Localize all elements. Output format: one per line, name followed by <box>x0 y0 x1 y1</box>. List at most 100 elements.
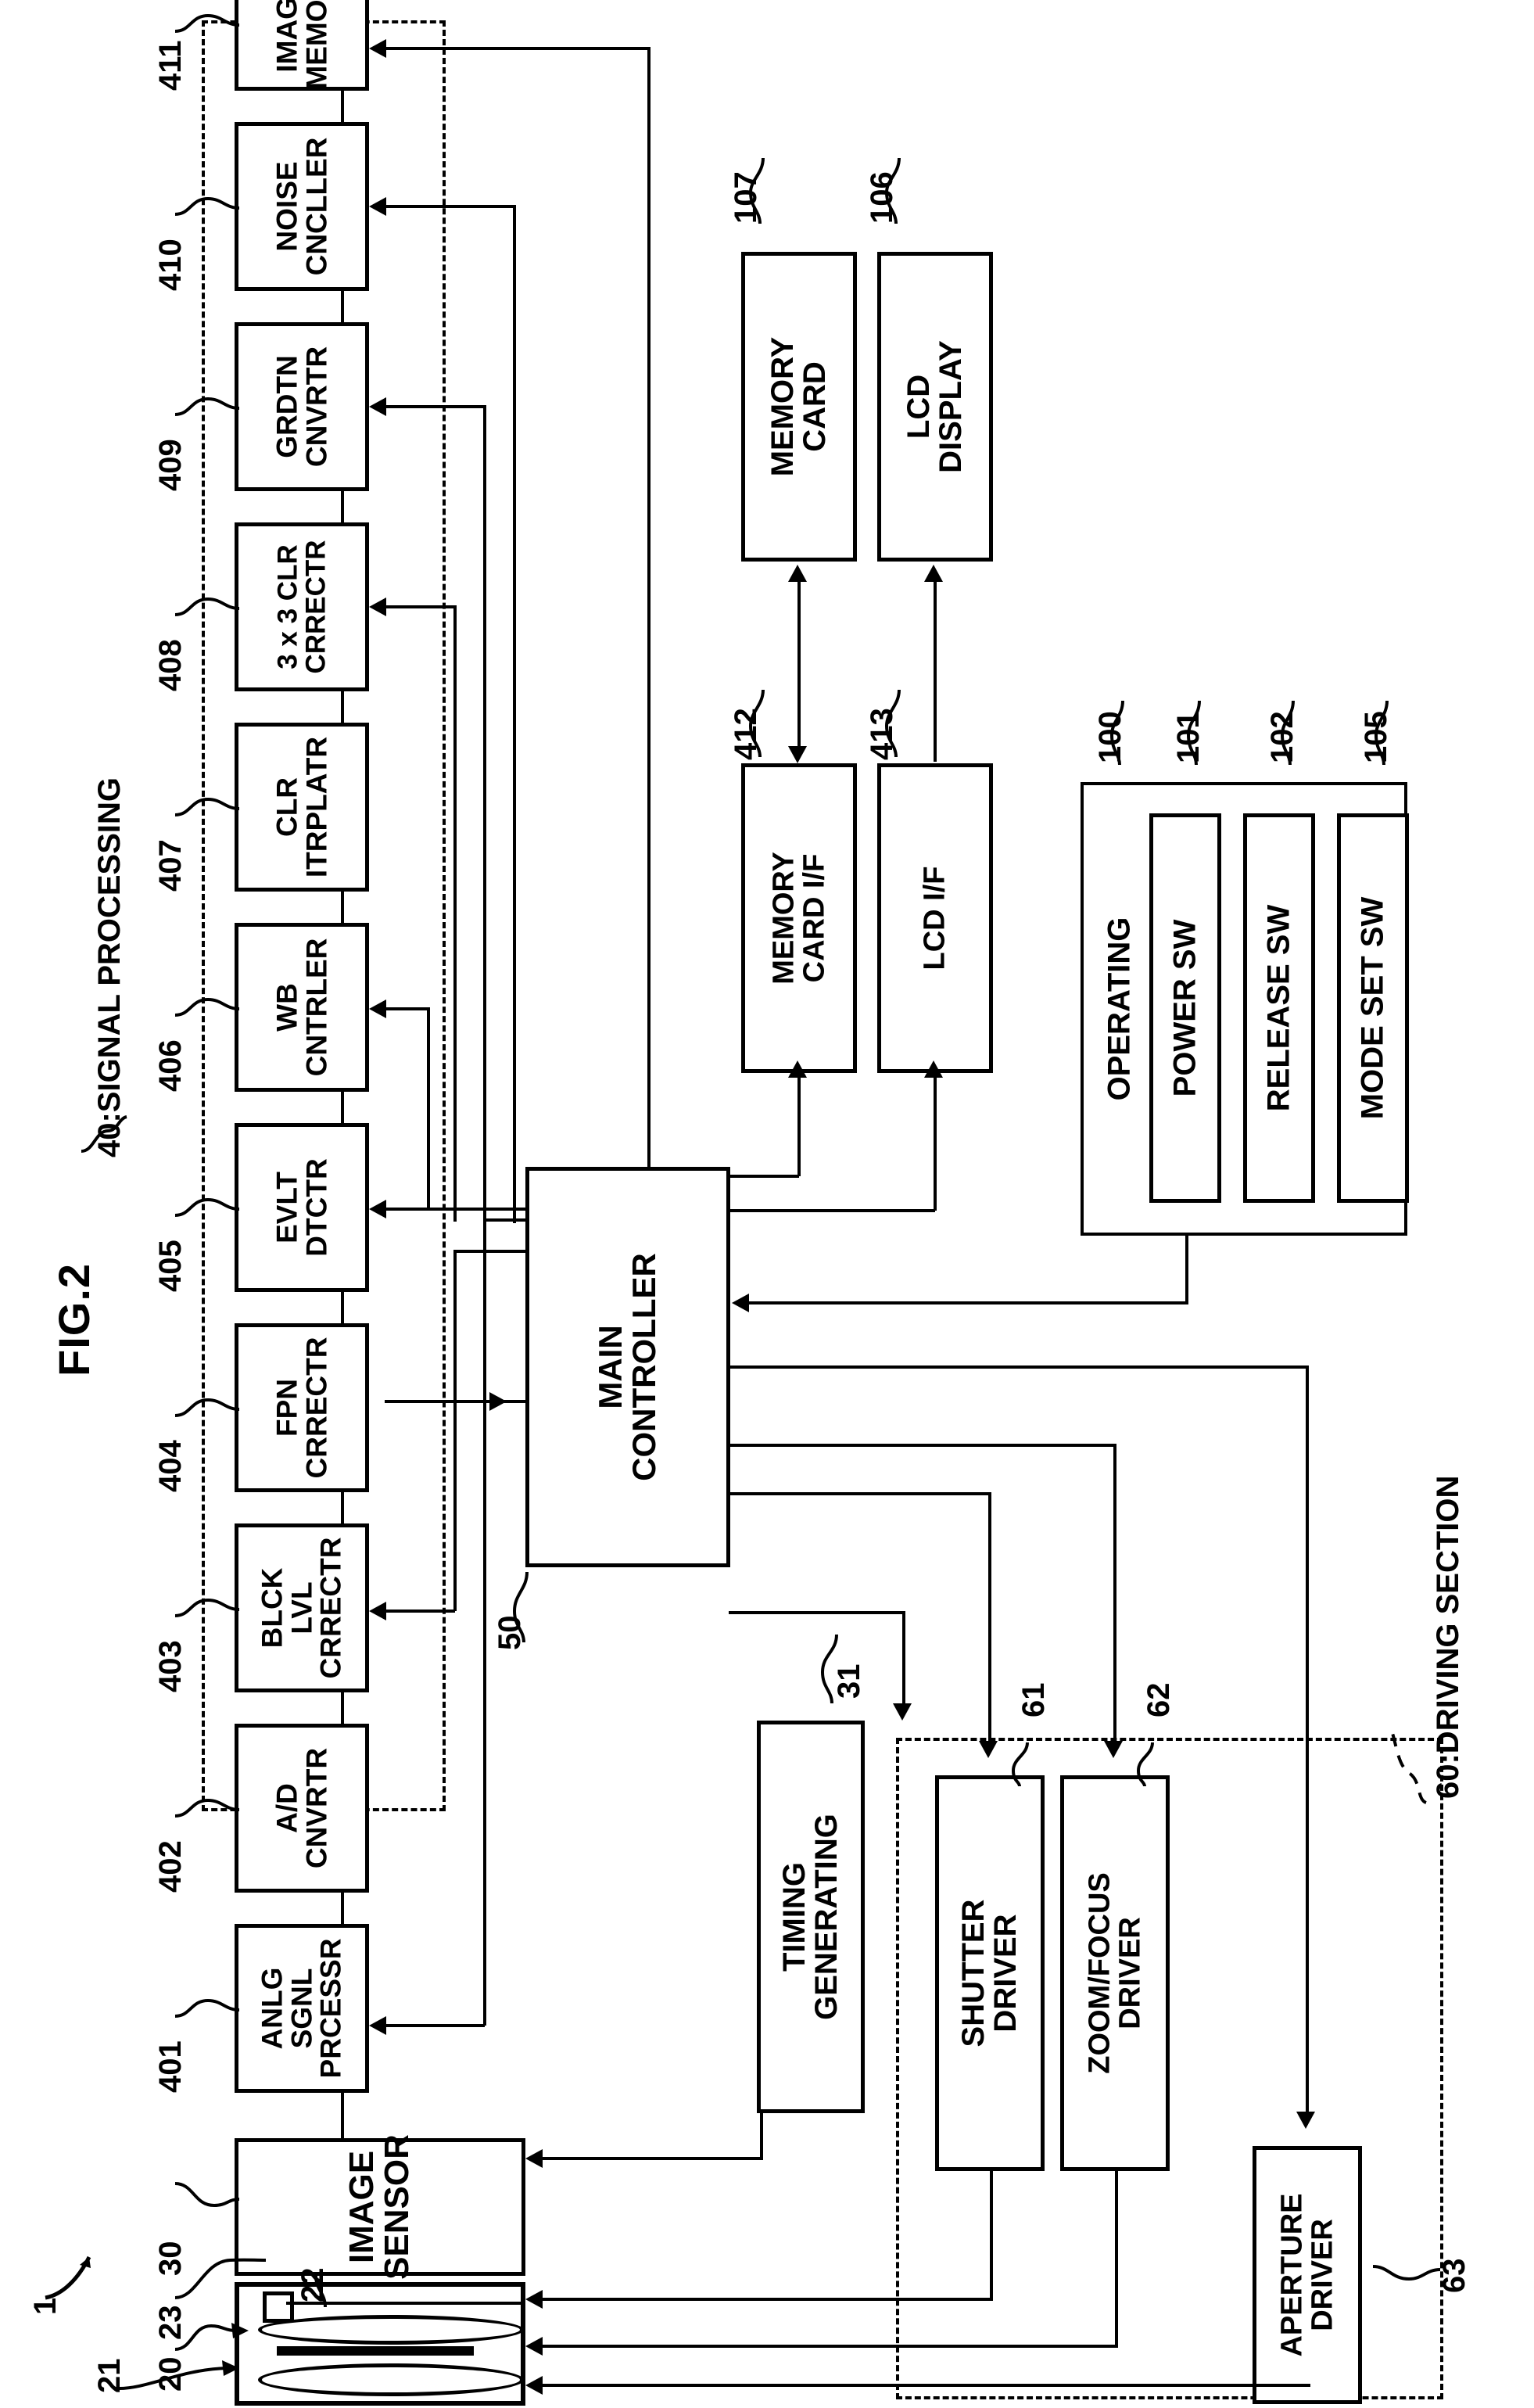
block-analog-signal-processor: ANLG SGNL PRCESSR <box>235 1924 369 2093</box>
ctrl-arrow-409 <box>369 397 386 416</box>
ref-23-lead-line <box>174 2252 267 2304</box>
image-sensor-label: IMAGE SENSOR <box>342 2134 416 2280</box>
mode-set-switch-block[interactable]: MODE SET SW <box>1337 813 1409 1203</box>
link-ctrl-lcdif-h <box>729 1209 935 1212</box>
memory-card-interface-label: MEMORY CARD I/F <box>767 852 830 985</box>
ref-31-lead-line <box>813 1633 849 1705</box>
zoom-focus-driver-label: ZOOM/FOCUS DRIVER <box>1083 1872 1146 2074</box>
ref-61-lead-line <box>1005 1741 1037 1788</box>
ref-408-lead-line <box>174 591 241 623</box>
block-gradation-converter-label: GRDTN CNVRTR <box>271 346 332 468</box>
ctrl-line-408-h <box>385 605 457 608</box>
link-shutter-lens-h <box>541 2298 993 2301</box>
signal-processing-section-label: 40:SIGNAL PROCESSING <box>92 777 127 1157</box>
ref-406: 406 <box>153 1039 188 1092</box>
link-ctrl-shutter-v <box>988 1492 991 1742</box>
ctrl-arrow-410 <box>369 197 386 216</box>
block-color-interpolator-label: CLR ITRPLATR <box>271 736 332 878</box>
block-color-interpolator: CLR ITRPLATR <box>235 723 369 892</box>
arrow-ctrl-aperture <box>1296 2112 1315 2129</box>
ref-411-lead-line <box>174 8 241 39</box>
chain-link-401-402 <box>341 1893 344 1927</box>
lcd-display-block: LCD DISPLAY <box>877 252 993 562</box>
chain-link-408-409 <box>341 491 344 526</box>
ref-410: 410 <box>153 239 188 291</box>
mode-set-switch-label: MODE SET SW <box>1355 896 1390 1120</box>
block-image-memory: IMAGE MEMORY <box>235 0 369 91</box>
power-switch-block[interactable]: POWER SW <box>1149 813 1221 1203</box>
link-ctrl-memcardif <box>797 1076 801 1176</box>
ctrl-line-410-h <box>385 205 516 208</box>
link-ctrl-lcdif <box>934 1076 937 1211</box>
arrow-ctrl-timing <box>893 1703 912 1721</box>
link-ctrl-aperture-h <box>729 1365 1309 1369</box>
lens-element-rear <box>258 2315 524 2345</box>
shutter-driver-label: SHUTTER DRIVER <box>956 1899 1023 2047</box>
chain-link-403-404 <box>341 1492 344 1527</box>
release-switch-block[interactable]: RELEASE SW <box>1243 813 1315 1203</box>
timing-generating-block: TIMING GENERATING <box>757 1721 865 2113</box>
chain-link-409-410 <box>341 291 344 325</box>
lcd-display-label: LCD DISPLAY <box>901 340 968 473</box>
ref-403-lead-line <box>174 1592 241 1624</box>
arrow-memcardif-down <box>788 746 807 763</box>
timing-generating-label: TIMING GENERATING <box>777 1814 844 2020</box>
arrow-shutter-lens <box>525 2290 543 2309</box>
chain-link-sensor-401 <box>341 2093 344 2138</box>
link-timing-sensor-v <box>760 2112 763 2159</box>
block-black-level-corrector-label: BLCK LVL CRRECTR <box>256 1537 347 1679</box>
chain-link-406-407 <box>341 892 344 926</box>
link-ctrl-timing-v <box>902 1611 905 1705</box>
link-ctrl-timing-h <box>729 1611 905 1614</box>
ref-401-lead-line <box>174 1993 241 2024</box>
block-3x3-color-corrector: 3 x 3 CLR CRRECTR <box>235 522 369 691</box>
arrow-ctrl-lcdif <box>924 1060 943 1078</box>
chain-link-410-411 <box>341 91 344 125</box>
chain-link-404-405 <box>341 1292 344 1326</box>
block-white-balance-controller-label: WB CNTRLER <box>271 938 332 1077</box>
block-evaluation-detector-label: EVLT DTCTR <box>271 1158 332 1257</box>
ctrl-line-403-v <box>453 1251 457 1611</box>
memory-card-block: MEMORY CARD <box>741 252 857 562</box>
figure-title: FIG.2 <box>49 1262 99 1376</box>
link-timing-sensor-h <box>541 2157 763 2160</box>
arrow-memcard-up <box>788 565 807 582</box>
arrow-ctrl-zoom <box>1104 1741 1123 1758</box>
chain-link-407-408 <box>341 691 344 726</box>
ref-406-lead-line <box>174 992 241 1023</box>
link-operating-ctrl-v <box>1185 1234 1188 1303</box>
ref-404-lead-line <box>174 1392 241 1423</box>
ctrl-line-408-v <box>453 607 457 1222</box>
ref-408: 408 <box>153 639 188 691</box>
link-zoom-lens-h <box>541 2345 1118 2348</box>
link-ctrl-aperture-v <box>1306 1365 1309 2113</box>
link-aperture-lens-h <box>541 2384 1310 2387</box>
aperture-driver-block: APERTURE DRIVER <box>1253 2146 1362 2404</box>
operating-section-label: OPERATING <box>1102 917 1137 1101</box>
ctrl-line-403-h1 <box>453 1250 527 1253</box>
ref-404: 404 <box>153 1440 188 1492</box>
ref-409: 409 <box>153 439 188 491</box>
ref-407-lead-line <box>174 791 241 823</box>
arrow-aperture-lens <box>525 2376 543 2395</box>
ref-402: 402 <box>153 1840 188 1893</box>
ctrl-line-410-v <box>513 206 516 1223</box>
block-image-memory-label: IMAGE MEMORY <box>271 0 332 90</box>
ref-62-lead-line <box>1131 1741 1162 1788</box>
chain-link-405-406 <box>341 1092 344 1126</box>
shutter-element <box>263 2291 294 2323</box>
link-ctrl-zoom-h <box>729 1444 1116 1447</box>
block-ad-converter: A/D CNVRTR <box>235 1724 369 1893</box>
aperture-driver-label: APERTURE DRIVER <box>1275 2193 1339 2357</box>
link-ctrl-zoom-v <box>1113 1444 1116 1742</box>
block-gradation-converter: GRDTN CNVRTR <box>235 322 369 491</box>
ref-50-lead-line <box>508 1570 539 1645</box>
ctrl-arrow-406 <box>369 999 386 1018</box>
link-ctrl-shutter-h <box>729 1492 991 1495</box>
ref-22-lead-line <box>311 2274 335 2309</box>
block-noise-canceller: NOISE CNCLLER <box>235 122 369 291</box>
ref-20-lead-line <box>174 2313 252 2357</box>
ref-105-lead-line <box>1370 699 1401 766</box>
device-ref-lead-line <box>41 2252 95 2302</box>
release-switch-label: RELEASE SW <box>1261 904 1296 1112</box>
